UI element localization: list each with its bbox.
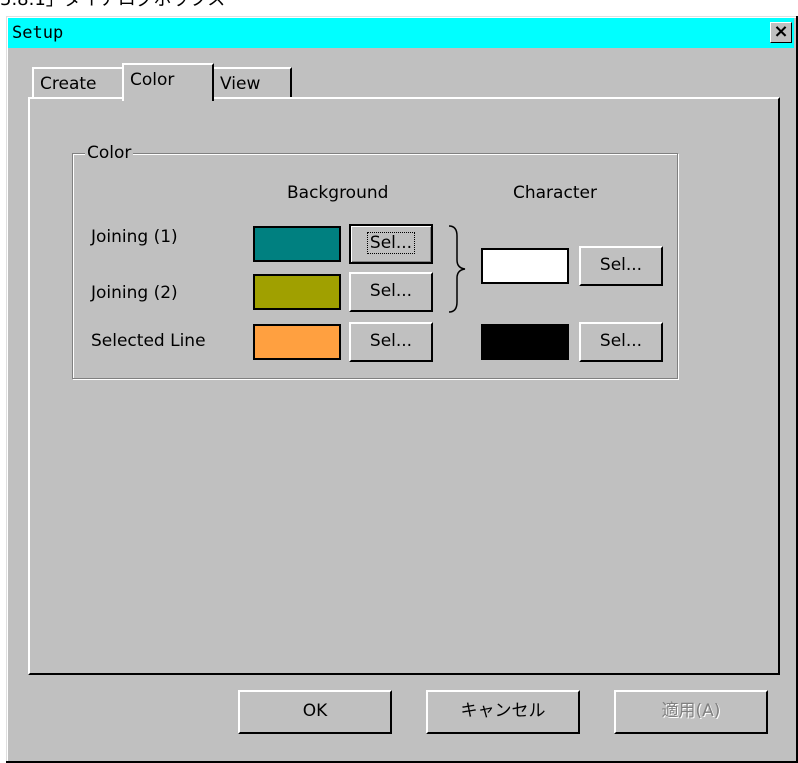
tab-view[interactable]: View <box>212 67 292 101</box>
select-joining-1-background-button[interactable]: Sel... <box>349 224 433 264</box>
tab-color[interactable]: Color <box>122 63 214 101</box>
cancel-button[interactable]: キャンセル <box>426 690 580 734</box>
apply-button[interactable]: 適用(A) <box>614 690 768 734</box>
swatch-joining-character <box>481 248 569 284</box>
close-icon: × <box>773 21 789 42</box>
row-label-joining-1: Joining (1) <box>91 227 178 247</box>
background-column-header: Background <box>287 183 389 203</box>
apply-button-label: 適用(A) <box>661 701 721 721</box>
select-button-label: Sel... <box>366 232 416 254</box>
tab-panel-color: Color Background Character Joining (1) S… <box>28 97 780 675</box>
color-groupbox: Color Background Character Joining (1) S… <box>72 142 678 379</box>
ok-button-label: OK <box>302 701 328 721</box>
select-button-label: Sel... <box>599 255 643 275</box>
select-button-label: Sel... <box>369 281 413 301</box>
swatch-selected-line-background <box>253 324 341 360</box>
swatch-joining-2-background <box>253 274 341 310</box>
select-selected-line-background-button[interactable]: Sel... <box>349 322 433 362</box>
select-selected-line-character-button[interactable]: Sel... <box>579 322 663 362</box>
brace-icon <box>448 225 466 313</box>
tab-create[interactable]: Create <box>32 67 126 101</box>
tab-view-label: View <box>220 74 261 94</box>
title-bar[interactable]: Setup × <box>8 18 794 48</box>
row-label-selected-line: Selected Line <box>91 331 206 351</box>
swatch-joining-1-background <box>253 226 341 262</box>
row-label-joining-2: Joining (2) <box>91 283 178 303</box>
window-title: Setup <box>12 23 64 43</box>
close-button[interactable]: × <box>770 22 792 43</box>
select-button-label: Sel... <box>599 331 643 351</box>
color-group-label: Color <box>85 142 134 164</box>
select-button-label: Sel... <box>369 331 413 351</box>
select-joining-character-button[interactable]: Sel... <box>579 246 663 286</box>
swatch-selected-line-character <box>481 324 569 360</box>
caption-fragment: 5.8.1」ダイアログボックス <box>0 0 300 12</box>
ok-button[interactable]: OK <box>238 690 392 734</box>
tab-color-label: Color <box>130 70 175 90</box>
tab-create-label: Create <box>40 74 97 94</box>
cancel-button-label: キャンセル <box>460 701 546 721</box>
character-column-header: Character <box>513 183 597 203</box>
select-joining-2-background-button[interactable]: Sel... <box>349 272 433 312</box>
